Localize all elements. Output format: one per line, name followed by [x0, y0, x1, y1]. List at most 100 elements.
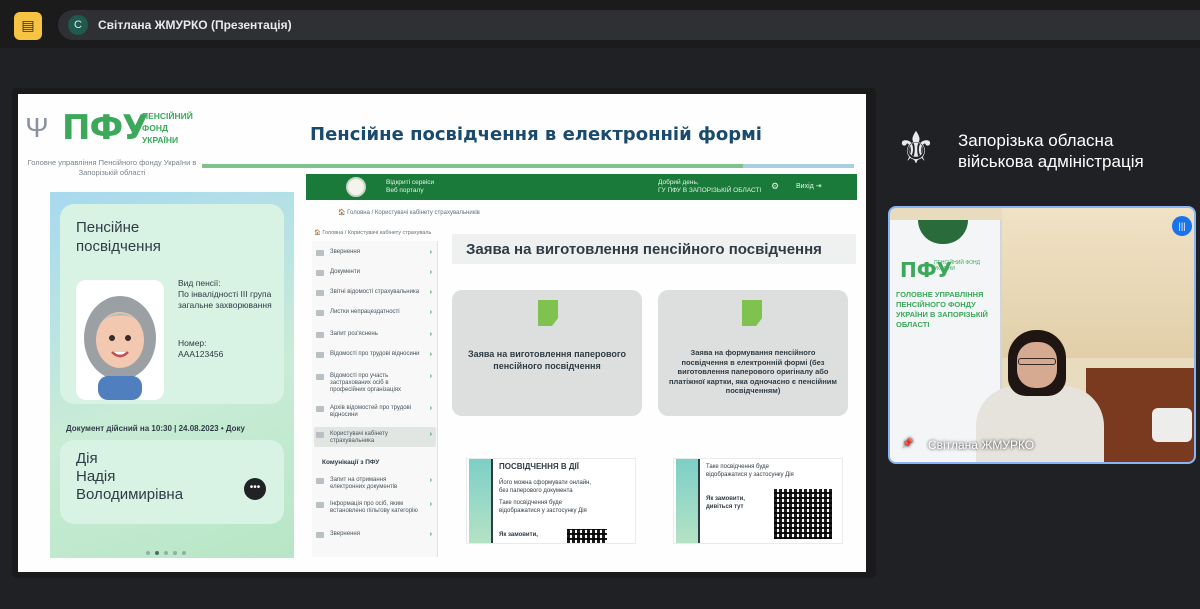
- holder-patronymic: Володимирівна: [76, 486, 184, 503]
- administration-brand: ⚜ Запорізька обласна військова адміністр…: [886, 118, 1186, 182]
- breadcrumb: 🏠 Головна / Користувачі кабінету страхув…: [338, 210, 480, 216]
- document-presentation-icon[interactable]: ▤: [14, 12, 42, 40]
- chevron-right-icon: ›: [429, 531, 432, 538]
- portal-greeting-line2: ГУ ПФУ В ЗАПОРІЗЬКІЙ ОБЛАСТІ: [658, 187, 762, 194]
- portal-name-line2: Веб порталу: [386, 187, 424, 194]
- menu-item-label: Запит на отримання електронних документі…: [330, 477, 398, 490]
- chevron-right-icon: ›: [429, 405, 432, 412]
- trident-icon: Ψ: [25, 112, 49, 143]
- pension-type-value: По інвалідності ІІІ група загальне захво…: [178, 289, 272, 310]
- menu-item-icon: [316, 310, 324, 316]
- chevron-right-icon: ›: [429, 477, 432, 484]
- desk-phone: [1152, 408, 1192, 442]
- card-number-label: Номер:: [178, 338, 207, 348]
- menu-item-icon: [316, 270, 324, 276]
- participant-body: [976, 386, 1104, 462]
- top-bar: ▤ С Світлана ЖМУРКО (Презентація): [0, 0, 1200, 48]
- pfu-logo-subtitle: Головне управління Пенсійного фонду Укра…: [27, 158, 197, 177]
- application-heading: Заява на виготовлення пенсійного посвідч…: [466, 241, 822, 258]
- menu-item-label: Запит роз'яснень: [330, 331, 378, 337]
- pin-icon[interactable]: 📌: [902, 438, 913, 449]
- promo-text: Таке посвідчення буде відображатися у за…: [499, 500, 587, 514]
- carousel-dot[interactable]: [164, 551, 168, 555]
- title-divider: [202, 164, 854, 168]
- chevron-right-icon: ›: [429, 309, 432, 316]
- administration-name: Запорізька обласна військова адміністрац…: [958, 130, 1186, 172]
- menu-item-label: Архів відомостей про трудові відносини: [330, 405, 412, 418]
- electronic-certificate-option: Заява на формування пенсійного посвідчен…: [658, 290, 848, 416]
- menu-item-label: Звернення: [330, 249, 360, 255]
- chevron-right-icon: ›: [429, 269, 432, 276]
- menu-item-label: Листки непрацездатності: [330, 309, 400, 315]
- administration-name-line2: військова адміністрація: [958, 152, 1144, 171]
- diia-promo-banner: ПОСВІДЧЕННЯ В ДІЇ Його можна сформувати …: [466, 458, 636, 544]
- card-number-value: ААА123456: [178, 349, 224, 359]
- more-options-button[interactable]: •••: [244, 478, 266, 500]
- carousel-dot[interactable]: [146, 551, 150, 555]
- breadcrumb-secondary: 🏠 Головна / Користувачі кабінету страхув…: [314, 230, 432, 236]
- carousel-dot-active[interactable]: [155, 551, 159, 555]
- menu-item-label: Документи: [330, 269, 360, 275]
- gear-icon: ⚙: [771, 181, 780, 191]
- validity-ticker: Документ дійсний на 10:30 | 24.08.2023 •…: [66, 424, 245, 433]
- carousel-dot[interactable]: [182, 551, 186, 555]
- menu-item-icon: [316, 432, 324, 438]
- portal-header: Відкриті сервіси Веб порталу Добрий день…: [306, 174, 857, 200]
- pfu-logo-word: ПФУ: [62, 108, 148, 148]
- portal-greeting: Добрий день, ГУ ПФУ В ЗАПОРІЗЬКІЙ ОБЛАСТ…: [658, 179, 761, 195]
- portal-side-menu: Звернення › Документи › Звітні відомості с…: [312, 241, 438, 557]
- promo-link-text: Як замовити, дивіться тут: [706, 496, 745, 510]
- document-icon: [538, 300, 558, 326]
- slide-title: Пенсійне посвідчення в електронній формі: [310, 124, 762, 145]
- menu-item-label: Звернення: [330, 531, 360, 537]
- participant-video-tile[interactable]: ПФУ ПЕНСІЙНИЙ ФОНД УКРАЇНИ ГОЛОВНЕ УПРАВ…: [888, 206, 1196, 464]
- shared-slide: Ψ ПФУ ПЕНСІЙНИЙ ФОНД УКРАЇНИ Головне упр…: [18, 94, 866, 572]
- holder-name: Дія Надія Володимирівна: [76, 450, 183, 504]
- portal-logo: [346, 177, 366, 197]
- phone-illustration: [469, 459, 493, 543]
- banner-text: ГОЛОВНЕ УПРАВЛІННЯ ПЕНСІЙНОГО ФОНДУ УКРА…: [896, 290, 988, 329]
- portal-greeting-line1: Добрий день,: [658, 179, 699, 186]
- pension-type-label: Вид пенсії:: [178, 278, 221, 288]
- participant-glasses: [1018, 358, 1056, 365]
- menu-item-icon: [316, 406, 324, 412]
- chevron-right-icon: ›: [429, 331, 432, 338]
- pfu-logo-tagline: ПЕНСІЙНИЙ ФОНД УКРАЇНИ: [142, 111, 193, 145]
- menu-item-label: Звітні відомості страхувальника: [330, 289, 420, 295]
- pension-card-mockup: Пенсійне посвідчення Вид пенсії: По інва…: [50, 192, 294, 558]
- participant-name: Світлана ЖМУРКО: [928, 438, 1035, 452]
- card-title: Пенсійне посвідчення: [76, 219, 161, 255]
- menu-item-icon: [316, 502, 324, 508]
- menu-item-icon: [316, 532, 324, 538]
- diia-promo-banner-2: Таке посвідчення буде відображатися у за…: [673, 458, 843, 544]
- document-icon: [742, 300, 762, 326]
- banner-emblem: [918, 220, 968, 244]
- phone-illustration: [676, 459, 700, 543]
- avatar: [76, 280, 164, 400]
- pfu-logo: Ψ ПФУ ПЕНСІЙНИЙ ФОНД УКРАЇНИ: [24, 106, 202, 156]
- menu-item-icon: [316, 290, 324, 296]
- holder-given-name: Надія: [76, 468, 116, 485]
- chevron-right-icon: ›: [429, 351, 432, 358]
- electronic-certificate-option-label: Заява на формування пенсійного посвідчен…: [669, 348, 837, 395]
- card-number: Номер: ААА123456: [178, 338, 282, 360]
- promo-text: Його можна сформувати онлайн, без паперо…: [499, 480, 592, 494]
- audio-level-icon: |||: [1172, 216, 1192, 236]
- presenter-title: Світлана ЖМУРКО (Презентація): [98, 18, 292, 32]
- chevron-right-icon: ›: [429, 289, 432, 296]
- carousel-dot[interactable]: [173, 551, 177, 555]
- chevron-right-icon: ›: [429, 373, 432, 380]
- pension-card-top: Пенсійне посвідчення Вид пенсії: По інва…: [60, 204, 284, 404]
- chevron-right-icon: ›: [429, 501, 432, 508]
- coat-of-arms-icon: ⚜: [896, 124, 936, 173]
- menu-item-label: Відомості про трудові відносини: [330, 351, 420, 357]
- menu-item-label: Відомості про участь застрахованих осіб …: [330, 373, 402, 393]
- logout-link: Вихід ⇥: [796, 183, 822, 190]
- portal-name: Відкриті сервіси Веб порталу: [386, 179, 434, 195]
- pension-card-bottom: Дія Надія Володимирівна •••: [60, 440, 284, 524]
- menu-item-icon: [316, 478, 324, 484]
- application-heading-bar: Заява на виготовлення пенсійного посвідч…: [452, 234, 856, 264]
- holder-surname: Дія: [76, 450, 98, 467]
- administration-name-line1: Запорізька обласна: [958, 131, 1114, 150]
- paper-certificate-option-label: Заява на виготовлення паперового пенсійн…: [467, 349, 627, 371]
